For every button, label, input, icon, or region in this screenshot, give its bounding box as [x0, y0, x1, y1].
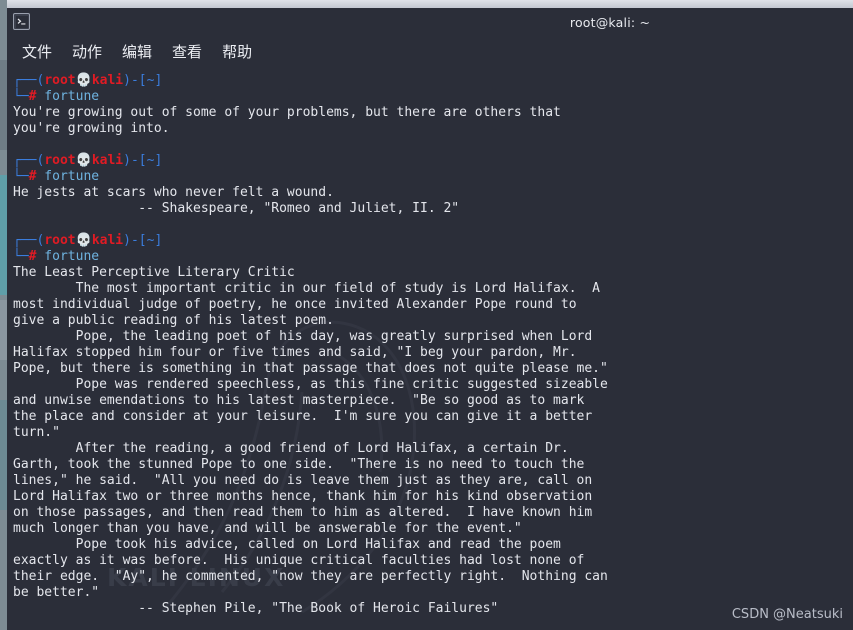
menu-actions[interactable]: 动作 — [69, 40, 105, 63]
desktop-band — [0, 175, 7, 295]
command-output: You're growing out of some of your probl… — [13, 105, 561, 136]
desktop-top-strip — [0, 0, 853, 8]
terminal-window: root@kali: ~ 文件 动作 编辑 查看 帮助 KALI LINUX ┌… — [7, 8, 853, 630]
menu-bar: 文件 动作 编辑 查看 帮助 — [7, 37, 853, 65]
prompt-line-command: └─# fortune — [13, 169, 100, 184]
prompt-line-top: ┌──(root💀kali)-[~] — [13, 73, 163, 88]
menu-edit[interactable]: 编辑 — [119, 40, 155, 63]
desktop-left-strip — [0, 0, 7, 630]
prompt-line-command: └─# fortune — [13, 89, 100, 104]
desktop-band — [0, 300, 7, 360]
prompt-line-top: ┌──(root💀kali)-[~] — [13, 233, 163, 248]
menu-file[interactable]: 文件 — [19, 40, 55, 63]
desktop-band — [0, 400, 7, 510]
menu-help[interactable]: 帮助 — [219, 40, 255, 63]
terminal-body[interactable]: KALI LINUX ┌──(root💀kali)-[~] └─# fortune… — [7, 65, 853, 630]
command-output: The Least Perceptive Literary Critic The… — [13, 265, 608, 616]
window-title: root@kali: ~ — [569, 15, 651, 30]
menu-view[interactable]: 查看 — [169, 40, 205, 63]
prompt-line-command: └─# fortune — [13, 249, 100, 264]
prompt-line-top: ┌──(root💀kali)-[~] — [13, 153, 163, 168]
command-output: He jests at scars who never felt a wound… — [13, 185, 460, 216]
terminal-screen[interactable]: ┌──(root💀kali)-[~] └─# fortune You're grow… — [13, 73, 853, 617]
window-titlebar[interactable]: root@kali: ~ — [7, 8, 853, 37]
csdn-watermark: CSDN @Neatsuki — [731, 607, 843, 622]
desktop-band — [0, 60, 7, 150]
